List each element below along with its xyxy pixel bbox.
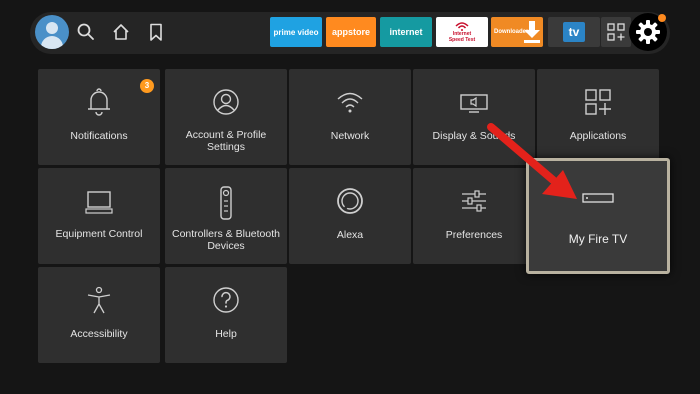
- app-speed-test[interactable]: Internet Speed Test: [436, 17, 488, 47]
- app-downloader[interactable]: Downloader: [491, 17, 543, 47]
- tile-applications-label: Applications: [569, 130, 627, 142]
- tile-alexa-label: Alexa: [336, 229, 364, 241]
- tile-preferences[interactable]: Preferences: [413, 168, 535, 264]
- app-appstore[interactable]: appstore: [326, 17, 376, 47]
- apps-grid-icon: [607, 23, 625, 41]
- tile-help[interactable]: Help: [165, 267, 287, 363]
- app-prime-video-label: prime video: [273, 27, 319, 37]
- tile-preferences-label: Preferences: [445, 229, 503, 241]
- profile-avatar[interactable]: [35, 15, 69, 49]
- tile-applications[interactable]: Applications: [537, 69, 659, 165]
- bookmark-icon[interactable]: [146, 22, 166, 42]
- tile-alexa[interactable]: Alexa: [289, 168, 411, 264]
- wifi-icon: [337, 92, 363, 113]
- tile-display-sounds-label: Display & Sounds: [432, 130, 516, 142]
- gear-icon: [636, 20, 660, 44]
- app-internet-label: internet: [389, 27, 423, 37]
- tile-equipment-control[interactable]: Equipment Control: [38, 168, 160, 264]
- tile-display-sounds[interactable]: Display & Sounds: [413, 69, 535, 165]
- search-icon[interactable]: [76, 22, 96, 42]
- tile-my-fire-tv-label: My Fire TV: [568, 232, 628, 246]
- tile-network-label: Network: [330, 130, 370, 142]
- accessibility-icon: [87, 286, 111, 314]
- all-apps-button[interactable]: [601, 17, 631, 47]
- avatar-body: [41, 36, 63, 49]
- tile-accessibility-label: Accessibility: [70, 328, 128, 340]
- tile-controllers-bluetooth[interactable]: Controllers & Bluetooth Devices: [165, 168, 287, 264]
- display-sound-icon: [460, 94, 488, 113]
- download-arrow-icon: [524, 21, 540, 43]
- app-tv-label: tv: [568, 25, 580, 39]
- app-appstore-label: appstore: [331, 27, 370, 37]
- app-speed-test-label: Internet Speed Test: [448, 31, 476, 43]
- notification-dot: [658, 14, 666, 22]
- tile-equipment-control-label: Equipment Control: [55, 228, 143, 240]
- app-tv-logo: tv: [563, 22, 585, 42]
- app-prime-video[interactable]: prime video: [270, 17, 322, 47]
- tile-account-profile-settings[interactable]: Account & Profile Settings: [165, 69, 287, 165]
- apps-grid-icon: [585, 89, 611, 115]
- tile-my-fire-tv[interactable]: My Fire TV: [526, 158, 670, 274]
- tile-accessibility[interactable]: Accessibility: [38, 267, 160, 363]
- wifi-icon: [455, 22, 469, 31]
- user-profile-icon: [213, 89, 239, 115]
- tile-help-label: Help: [215, 328, 237, 340]
- sliders-icon: [462, 190, 486, 212]
- bell-icon: [88, 88, 110, 116]
- help-icon: [213, 287, 239, 313]
- app-internet[interactable]: internet: [380, 17, 432, 47]
- alexa-icon: [337, 188, 363, 214]
- tile-account-profile-settings-label: Account & Profile Settings: [185, 129, 267, 153]
- tv-equipment-icon: [85, 191, 113, 214]
- avatar-head: [46, 22, 58, 34]
- remote-icon: [220, 186, 232, 220]
- tile-notifications-label: Notifications: [70, 130, 128, 142]
- home-icon[interactable]: [111, 22, 131, 42]
- notification-count-badge: 3: [140, 79, 154, 93]
- app-tv[interactable]: tv: [548, 17, 600, 47]
- tile-controllers-bluetooth-label: Controllers & Bluetooth Devices: [172, 228, 280, 252]
- tile-network[interactable]: Network: [289, 69, 411, 165]
- fire-tv-device-icon: [582, 193, 614, 203]
